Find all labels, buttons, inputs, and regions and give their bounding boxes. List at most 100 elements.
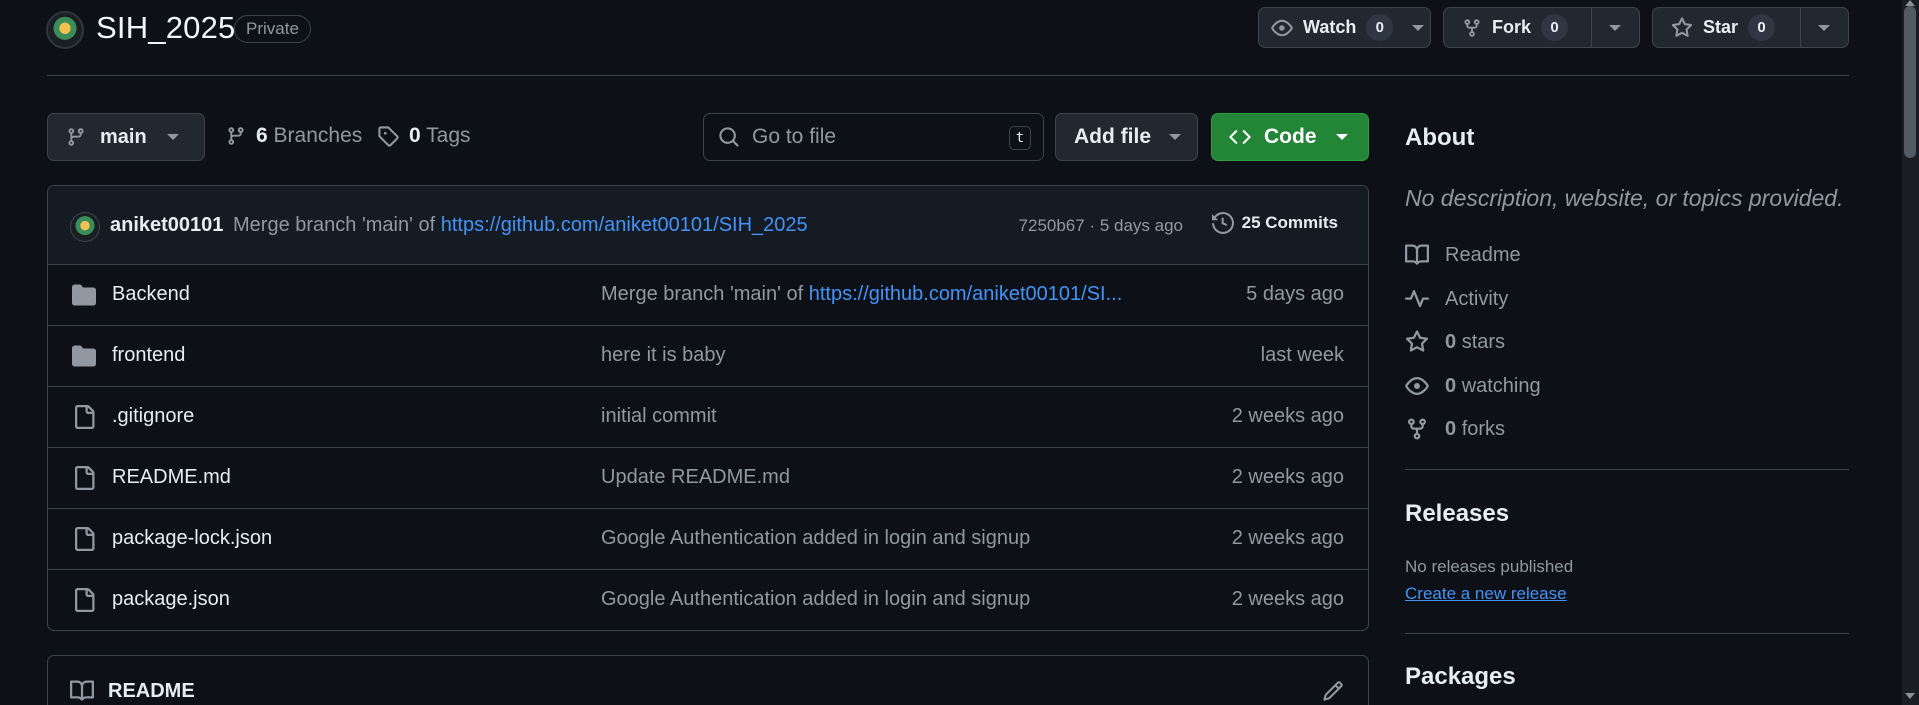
file-icon — [75, 527, 95, 551]
forks-count: 0 — [1445, 417, 1457, 440]
about-description: No description, website, or topics provi… — [1405, 185, 1844, 211]
file-commit-time: 2 weeks ago — [1231, 527, 1344, 549]
fork-label: Fork — [1492, 17, 1532, 37]
stars-label: stars — [1461, 330, 1506, 353]
latest-commit-bar: aniket00101 Merge branch 'main' of https… — [48, 186, 1368, 265]
scroll-down-arrow-icon[interactable] — [1905, 693, 1915, 699]
watching-link[interactable]: 0 watching — [1405, 374, 1541, 398]
branches-link[interactable]: 6 Branches — [226, 124, 362, 148]
readme-heading[interactable]: README — [70, 679, 195, 703]
file-name[interactable]: frontend — [112, 344, 185, 367]
watch-count: 0 — [1366, 14, 1394, 41]
commit-message[interactable]: Merge branch 'main' of https://github.co… — [233, 214, 808, 237]
file-icon — [75, 466, 95, 490]
file-row[interactable]: README.md Update README.md 2 weeks ago — [48, 448, 1368, 509]
create-release-link[interactable]: Create a new release — [1405, 584, 1567, 604]
star-button[interactable]: Star 0 — [1652, 7, 1849, 48]
folder-icon — [72, 345, 96, 367]
packages-heading[interactable]: Packages — [1405, 663, 1516, 691]
watching-label: watching — [1461, 374, 1541, 397]
fork-dropdown[interactable] — [1590, 8, 1639, 47]
tags-link[interactable]: 0 Tags — [377, 124, 471, 148]
forks-label: forks — [1461, 417, 1506, 440]
file-name[interactable]: Backend — [112, 283, 190, 306]
readme-link-label: Readme — [1445, 243, 1521, 266]
file-commit-message[interactable]: Merge branch 'main' of https://github.co… — [601, 283, 1122, 306]
repo-owner-avatar[interactable] — [46, 11, 84, 49]
file-row[interactable]: .gitignore initial commit 2 weeks ago — [48, 387, 1368, 448]
activity-link-label: Activity — [1445, 287, 1509, 310]
tags-label: Tags — [426, 124, 471, 147]
forks-link[interactable]: 0 forks — [1405, 417, 1505, 441]
star-label: Star — [1703, 17, 1739, 37]
star-count: 0 — [1748, 14, 1776, 41]
chevron-down-icon — [1169, 134, 1181, 140]
file-name[interactable]: package-lock.json — [112, 527, 272, 550]
watch-button[interactable]: Watch 0 — [1258, 7, 1431, 48]
chevron-down-icon — [1335, 134, 1348, 140]
releases-heading[interactable]: Releases — [1405, 500, 1509, 528]
file-name[interactable]: README.md — [112, 466, 231, 489]
file-commit-message[interactable]: Google Authentication added in login and… — [601, 588, 1030, 611]
file-commit-time: last week — [1260, 344, 1344, 366]
commit-message-link[interactable]: https://github.com/aniket00101/SIH_2025 — [441, 214, 808, 236]
watch-label: Watch — [1303, 17, 1357, 37]
commit-author-avatar[interactable] — [70, 212, 100, 242]
file-name[interactable]: .gitignore — [112, 405, 194, 428]
file-row[interactable]: package-lock.json Google Authentication … — [48, 509, 1368, 570]
shortcut-key: t — [1009, 126, 1031, 150]
file-row[interactable]: frontend here it is baby last week — [48, 326, 1368, 387]
file-name[interactable]: package.json — [112, 588, 230, 611]
file-commit-time: 2 weeks ago — [1231, 588, 1344, 610]
history-icon — [1211, 212, 1234, 234]
commit-author[interactable]: aniket00101 — [110, 214, 223, 237]
book-icon — [70, 680, 94, 701]
file-commit-message-text: Merge branch 'main' of — [601, 283, 809, 305]
sidebar-divider — [1405, 469, 1849, 470]
star-icon — [1671, 16, 1693, 37]
scrollbar-thumb[interactable] — [1904, 6, 1916, 158]
file-commit-time: 2 weeks ago — [1231, 405, 1344, 427]
fork-button[interactable]: Fork 0 — [1443, 7, 1640, 48]
activity-link[interactable]: Activity — [1405, 287, 1508, 311]
file-commit-message-link[interactable]: https://github.com/aniket00101/SI... — [809, 283, 1123, 305]
file-commit-message[interactable]: Google Authentication added in login and… — [601, 527, 1030, 550]
file-commit-time: 5 days ago — [1246, 283, 1344, 305]
star-dropdown[interactable] — [1799, 8, 1848, 47]
repo-name[interactable]: SIH_2025 — [96, 10, 235, 46]
code-button[interactable]: Code — [1211, 113, 1369, 161]
stars-link[interactable]: 0 stars — [1405, 330, 1505, 354]
scroll-up-arrow-icon[interactable] — [1905, 0, 1915, 6]
star-main[interactable]: Star 0 — [1653, 8, 1800, 47]
file-icon — [75, 588, 95, 612]
search-icon — [719, 127, 739, 147]
releases-empty-text: No releases published — [1405, 557, 1574, 576]
branch-icon — [228, 127, 244, 145]
branch-icon — [68, 128, 84, 146]
file-row[interactable]: Backend Merge branch 'main' of https://g… — [48, 265, 1368, 326]
readme-panel: README — [47, 655, 1369, 705]
sidebar-divider — [1405, 633, 1849, 634]
go-to-file-placeholder: Go to file — [752, 125, 837, 148]
stars-count: 0 — [1445, 330, 1457, 353]
fork-main[interactable]: Fork 0 — [1444, 8, 1591, 47]
file-row[interactable]: package.json Google Authentication added… — [48, 570, 1368, 630]
file-commit-message[interactable]: initial commit — [601, 405, 717, 428]
branch-selector[interactable]: main — [47, 113, 205, 161]
go-to-file-input[interactable]: Go to file t — [703, 113, 1044, 161]
eye-icon — [1271, 19, 1293, 36]
add-file-button[interactable]: Add file — [1055, 113, 1198, 161]
watch-dropdown[interactable] — [1405, 8, 1430, 47]
file-commit-message[interactable]: Update README.md — [601, 466, 790, 489]
branches-count: 6 — [256, 124, 268, 147]
pencil-icon[interactable] — [1322, 680, 1344, 702]
commit-sha-time[interactable]: 7250b67 · 5 days ago — [1019, 216, 1183, 236]
file-commit-message[interactable]: here it is baby — [601, 344, 726, 367]
watching-count: 0 — [1445, 374, 1457, 397]
commits-link[interactable]: 25 Commits — [1211, 212, 1338, 234]
chevron-down-icon — [1609, 24, 1622, 31]
readme-link[interactable]: Readme — [1405, 243, 1521, 267]
folder-icon — [72, 284, 96, 306]
watch-main[interactable]: Watch 0 — [1259, 8, 1405, 47]
tags-count: 0 — [409, 124, 421, 147]
